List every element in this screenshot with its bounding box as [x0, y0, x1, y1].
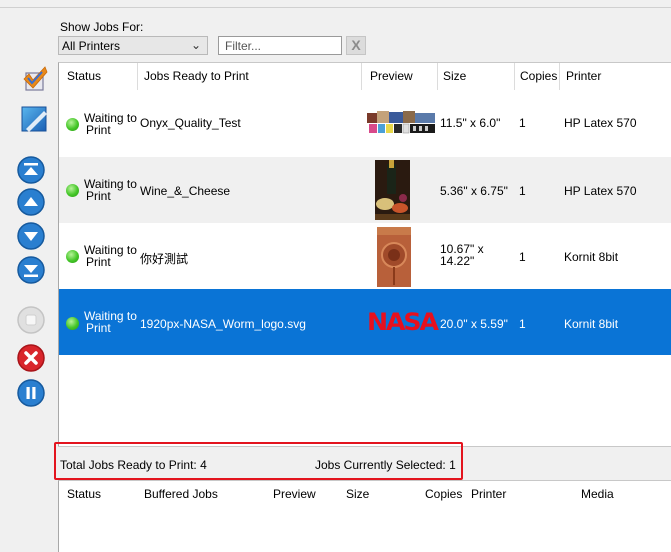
job-name: 1920px-NASA_Worm_logo.svg [140, 317, 306, 331]
table-row[interactable]: Waiting to Print Onyx_Quality_Test 11.5"… [59, 91, 671, 157]
disabled-icon[interactable] [16, 305, 46, 335]
move-top-icon[interactable] [16, 155, 46, 185]
job-printer: Kornit 8bit [564, 250, 619, 264]
job-copies: 1 [519, 317, 526, 331]
column-header-printer[interactable]: Printer [471, 481, 506, 508]
column-header-printer[interactable]: Printer [566, 63, 601, 90]
chevron-down-icon: ⌄ [190, 38, 201, 52]
filter-input[interactable] [218, 36, 342, 55]
job-name: Onyx_Quality_Test [140, 116, 241, 130]
status-line2: Print [86, 123, 111, 137]
status-ok-icon [66, 118, 79, 131]
column-header-status[interactable]: Status [67, 63, 101, 90]
show-jobs-label: Show Jobs For: [60, 20, 144, 34]
column-header-media[interactable]: Media [581, 481, 614, 508]
size-line1: 11.5" x 6.0" [440, 116, 501, 130]
column-separator [437, 63, 438, 90]
status-text: Waiting to Print [84, 310, 137, 334]
status-line2: Print [86, 321, 111, 335]
preview-thumbnail [375, 160, 410, 220]
column-header-preview[interactable]: Preview [370, 63, 413, 90]
highlight-box [54, 442, 463, 480]
move-bottom-icon[interactable] [16, 255, 46, 285]
job-copies: 1 [519, 116, 526, 130]
clear-filter-button[interactable]: X [346, 36, 366, 55]
column-header-jobs-ready[interactable]: Jobs Ready to Print [144, 63, 249, 90]
status-ok-icon [66, 317, 79, 330]
size-line1: 20.0" x 5.59" [440, 317, 508, 331]
pause-icon[interactable] [16, 378, 46, 408]
status-text: Waiting to Print [84, 244, 137, 268]
job-copies: 1 [519, 184, 526, 198]
job-size: 10.67" x 14.22" [440, 243, 484, 267]
job-size: 11.5" x 6.0" [440, 116, 500, 130]
column-header-copies[interactable]: Copies [425, 481, 462, 508]
status-text: Waiting to Print [84, 112, 137, 136]
column-header-size[interactable]: Size [346, 481, 369, 508]
job-size: 5.36" x 6.75" [440, 184, 508, 198]
column-header-size[interactable]: Size [443, 63, 466, 90]
preview-thumbnail [367, 111, 435, 134]
status-line2: Print [86, 189, 111, 203]
divider [0, 7, 671, 8]
delete-icon[interactable] [16, 343, 46, 373]
column-separator [514, 63, 515, 90]
size-line2: 14.22" [440, 254, 475, 268]
preview-thumbnail [377, 227, 411, 287]
job-name: 你好測試 [140, 252, 189, 266]
move-down-icon[interactable] [16, 221, 46, 251]
status-ok-icon [66, 184, 79, 197]
preview-thumbnail-nasa-logo: NASA [367, 308, 439, 336]
size-line1: 5.36" x 6.75" [440, 184, 508, 198]
printer-select-value: All Printers [62, 39, 121, 53]
job-printer: Kornit 8bit [564, 317, 619, 331]
status-line2: Print [86, 255, 111, 269]
approve-icon[interactable] [20, 64, 50, 94]
job-copies: 1 [519, 250, 526, 264]
job-size: 20.0" x 5.59" [440, 317, 508, 331]
job-printer: HP Latex 570 [564, 116, 637, 130]
status-ok-icon [66, 250, 79, 263]
edit-icon[interactable] [20, 105, 50, 135]
column-separator [559, 63, 560, 90]
status-text: Waiting to Print [84, 178, 137, 202]
table-row-selected[interactable]: Waiting to Print 1920px-NASA_Worm_logo.s… [59, 289, 671, 355]
buffered-jobs-table: Status Buffered Jobs Preview Size Copies… [58, 480, 671, 552]
move-up-icon[interactable] [16, 187, 46, 217]
column-header-buffered-jobs[interactable]: Buffered Jobs [144, 481, 218, 508]
table-row[interactable]: Waiting to Print 你好測試 10.67" x 14.22" 1 … [59, 223, 671, 289]
column-header-status[interactable]: Status [67, 481, 101, 508]
column-header-copies[interactable]: Copies [520, 63, 557, 90]
jobs-table: Status Jobs Ready to Print Preview Size … [58, 62, 671, 446]
table-row[interactable]: Waiting to Print Wine_&_Cheese 5.36" x 6… [59, 157, 671, 223]
column-separator [361, 63, 362, 90]
left-toolbar [0, 62, 58, 552]
job-name: Wine_&_Cheese [140, 184, 231, 198]
printer-select[interactable]: All Printers ⌄ [58, 36, 208, 55]
job-printer: HP Latex 570 [564, 184, 637, 198]
column-header-preview[interactable]: Preview [273, 481, 316, 508]
column-separator [137, 63, 138, 90]
